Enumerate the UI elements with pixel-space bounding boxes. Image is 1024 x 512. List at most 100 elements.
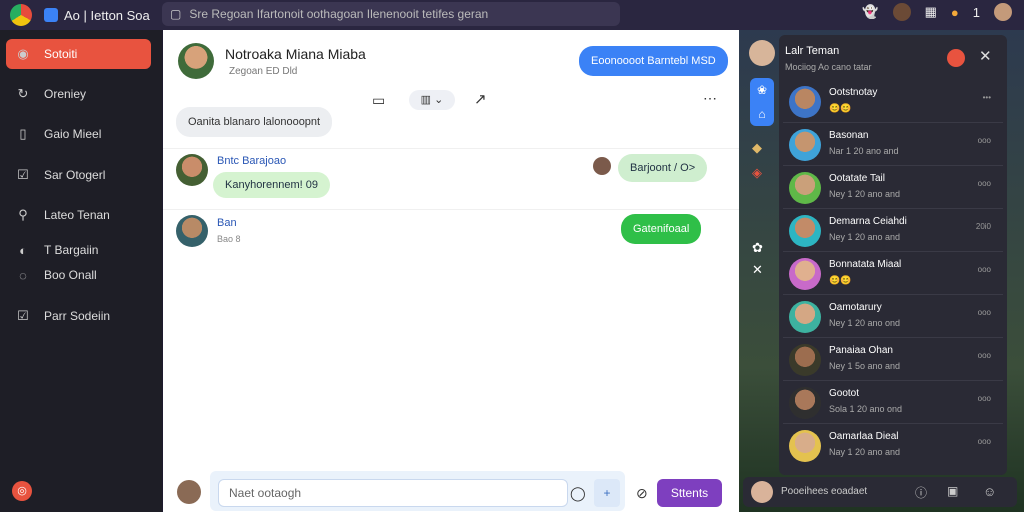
author-avatar[interactable] — [176, 154, 208, 186]
search-input[interactable]: ▢ Sre Regoan Ifartonoit oothagoan Ilenen… — [162, 2, 620, 26]
divider — [163, 148, 739, 149]
contact-time: ooo — [977, 394, 991, 403]
contact-avatar — [789, 430, 821, 462]
sidebar-item-oreniey[interactable]: ↻ Oreniey — [6, 79, 151, 109]
app-title: Ao | Ietton Soa — [64, 7, 150, 23]
contact-time: ••• — [982, 93, 991, 102]
sidebar-item-label: Gaio Mieel — [44, 127, 102, 141]
contact-name: Panaiaa Ohan — [829, 345, 893, 356]
contact-name: Bonnatata Miaal — [829, 259, 902, 270]
layout-dropdown[interactable]: ▥ ⌄ — [409, 90, 455, 110]
message-input[interactable]: Naet ootaogh — [218, 479, 568, 507]
contact-name: Ootatate Tail — [829, 173, 885, 184]
whatsapp-icon[interactable]: ◯ — [570, 485, 586, 502]
globe-icon: ◌ — [19, 267, 27, 283]
avatar[interactable] — [892, 3, 911, 21]
send-button[interactable]: Sttents — [657, 479, 722, 507]
contact-row[interactable]: Gootot Sola 1 20 ano ond ooo — [783, 382, 1003, 424]
contact-row[interactable]: Demarna Ceiahdi Ney 1 20 ano and 20i0 — [783, 210, 1003, 252]
contact-sub: 😊😊 — [829, 103, 852, 113]
more-icon[interactable]: ⋯ — [703, 90, 717, 107]
search-icon: ▢ — [170, 7, 182, 21]
contact-row[interactable]: Oamarlaa Dieal Nay 1 20 ano and ooo — [783, 425, 1003, 467]
info-icon[interactable]: ⓘ — [915, 484, 927, 501]
contact-sub: 😊😊 — [829, 275, 852, 285]
contact-status: Zegoan ED Dld — [229, 66, 298, 77]
footer-text[interactable]: Pooeihees eoadaet — [781, 486, 867, 497]
message-author: Ban — [217, 217, 237, 229]
contact-avatar — [789, 214, 821, 247]
pinned-note[interactable]: Oanita blanaro lalonooopnt — [176, 107, 333, 137]
panel-title: Lalr Teman — [785, 45, 840, 57]
user-avatar[interactable] — [177, 480, 201, 504]
contact-name: Oamotarury — [829, 302, 882, 313]
emoji-icon[interactable]: ☺ — [983, 484, 996, 499]
plus-button[interactable]: + — [594, 479, 620, 507]
contact-row[interactable]: Bonnatata Miaal 😊😊 ooo — [783, 253, 1003, 295]
author-avatar[interactable] — [176, 215, 208, 247]
sidebar-item-sotoiti[interactable]: ◉ Sotoiti — [6, 39, 151, 69]
contact-sub: Sola 1 20 ano ond — [829, 404, 903, 414]
contact-row[interactable]: Oamotarury Ney 1 20 ano ond ooo — [783, 296, 1003, 338]
bookmark-icon[interactable]: ▭ — [372, 92, 385, 109]
puzzle-icon[interactable]: ▦ — [925, 4, 937, 20]
contact-avatar — [789, 85, 821, 118]
profile-avatar[interactable] — [994, 3, 1012, 21]
contact-sub: Ney 1 20 ano ond — [829, 318, 901, 328]
panel-subtitle: Mociiog Ao cano tatar — [785, 62, 872, 72]
rail-button[interactable]: ❀ ⌂ — [750, 78, 774, 126]
contact-avatar — [789, 343, 821, 376]
title-bar: Ao | Ietton Soa ▢ Sre Regoan Ifartonoit … — [0, 0, 1024, 30]
contact-name: Oamarlaa Dieal — [829, 431, 899, 442]
fire-icon[interactable]: ◆ — [752, 140, 762, 156]
sidebar-item-label: Parr Sodeiin — [44, 309, 111, 323]
notification-icon[interactable]: ● — [951, 5, 959, 20]
contact-name: Demarna Ceiahdi — [829, 216, 907, 227]
contact-name: Ootstnotay — [829, 87, 878, 98]
grid-icon[interactable]: ✕ — [752, 262, 763, 278]
reply-avatar[interactable] — [593, 157, 611, 175]
puzzle-icon[interactable]: ✿ — [752, 240, 763, 256]
sidebar-item-lateo-tenan[interactable]: ⚲ Lateo Tenan — [6, 200, 151, 230]
sidebar-item-label: Oreniey — [44, 87, 87, 101]
check-icon: ☑ — [17, 167, 29, 182]
sidebar-item-gaio-mieel[interactable]: ▯ Gaio Mieel — [6, 119, 151, 149]
contact-avatar[interactable] — [178, 43, 214, 79]
contact-name: Notroaka Miana Miaba — [225, 46, 366, 62]
panel-avatar[interactable] — [749, 40, 775, 66]
sidebar-item-sar-otogerl[interactable]: ☑ Sar Otogerl — [6, 160, 151, 190]
contact-row[interactable]: Basonan Nar 1 20 ano and ooo — [783, 124, 1003, 166]
contacts-panel: Lalr Teman Mociiog Ao cano tatar ✕ Ootst… — [779, 35, 1007, 475]
chat-window: Notroaka Miana Miaba Zegoan ED Dld Eoono… — [163, 30, 739, 512]
contact-sub: Ney 1 5o ano and — [829, 361, 901, 371]
ghost-icon[interactable]: 👻 — [862, 4, 878, 20]
settings-icon[interactable]: ◎ — [12, 481, 32, 501]
close-icon[interactable]: ✕ — [979, 47, 992, 65]
contact-time: ooo — [977, 437, 991, 446]
contact-avatar — [789, 300, 821, 333]
image-icon[interactable]: ▣ — [947, 484, 958, 498]
contact-row[interactable]: Ootstnotay 😊😊 ••• — [783, 81, 1003, 123]
sidebar-item-parr-sodeiin[interactable]: ☑ Parr Sodeiin — [6, 301, 151, 331]
message-bubble[interactable]: Kanyhorennem! 09 — [213, 172, 330, 198]
contact-row[interactable]: Panaiaa Ohan Ney 1 5o ano and ooo — [783, 339, 1003, 381]
notification-badge: 1 — [972, 4, 980, 20]
status-icon[interactable] — [947, 49, 965, 67]
footer-avatar[interactable] — [751, 481, 773, 503]
attach-icon[interactable]: ⊘ — [636, 485, 648, 502]
contact-sub: Ney 1 20 ano and — [829, 189, 901, 199]
sidebar-item-boo-onall[interactable]: ◌ Boo Onall — [6, 260, 151, 290]
contact-name: Gootot — [829, 388, 860, 399]
chat-icon: ◉ — [17, 46, 29, 61]
sidebar-item-label: Sar Otogerl — [44, 168, 106, 182]
contact-row[interactable]: Ootatate Tail Ney 1 20 ano and ooo — [783, 167, 1003, 209]
reply-bubble[interactable]: Gatenifoaal — [621, 214, 702, 244]
sidebar: ◉ Sotoiti ↻ Oreniey ▯ Gaio Mieel ☑ Sar O… — [0, 30, 162, 512]
contact-avatar — [789, 128, 821, 161]
share-icon[interactable]: ↗ — [474, 90, 487, 108]
contacts-area: ❀ ⌂ ◆ ◈ ✿ ✕ Lalr Teman Mociiog Ao cano ta… — [739, 30, 1024, 512]
shield-icon[interactable]: ◈ — [752, 165, 762, 181]
reply-bubble[interactable]: Barjoont / O> — [618, 154, 708, 182]
contact-time: ooo — [977, 136, 991, 145]
header-bubble[interactable]: Eoonoooot Barntebl MSD — [579, 46, 728, 76]
